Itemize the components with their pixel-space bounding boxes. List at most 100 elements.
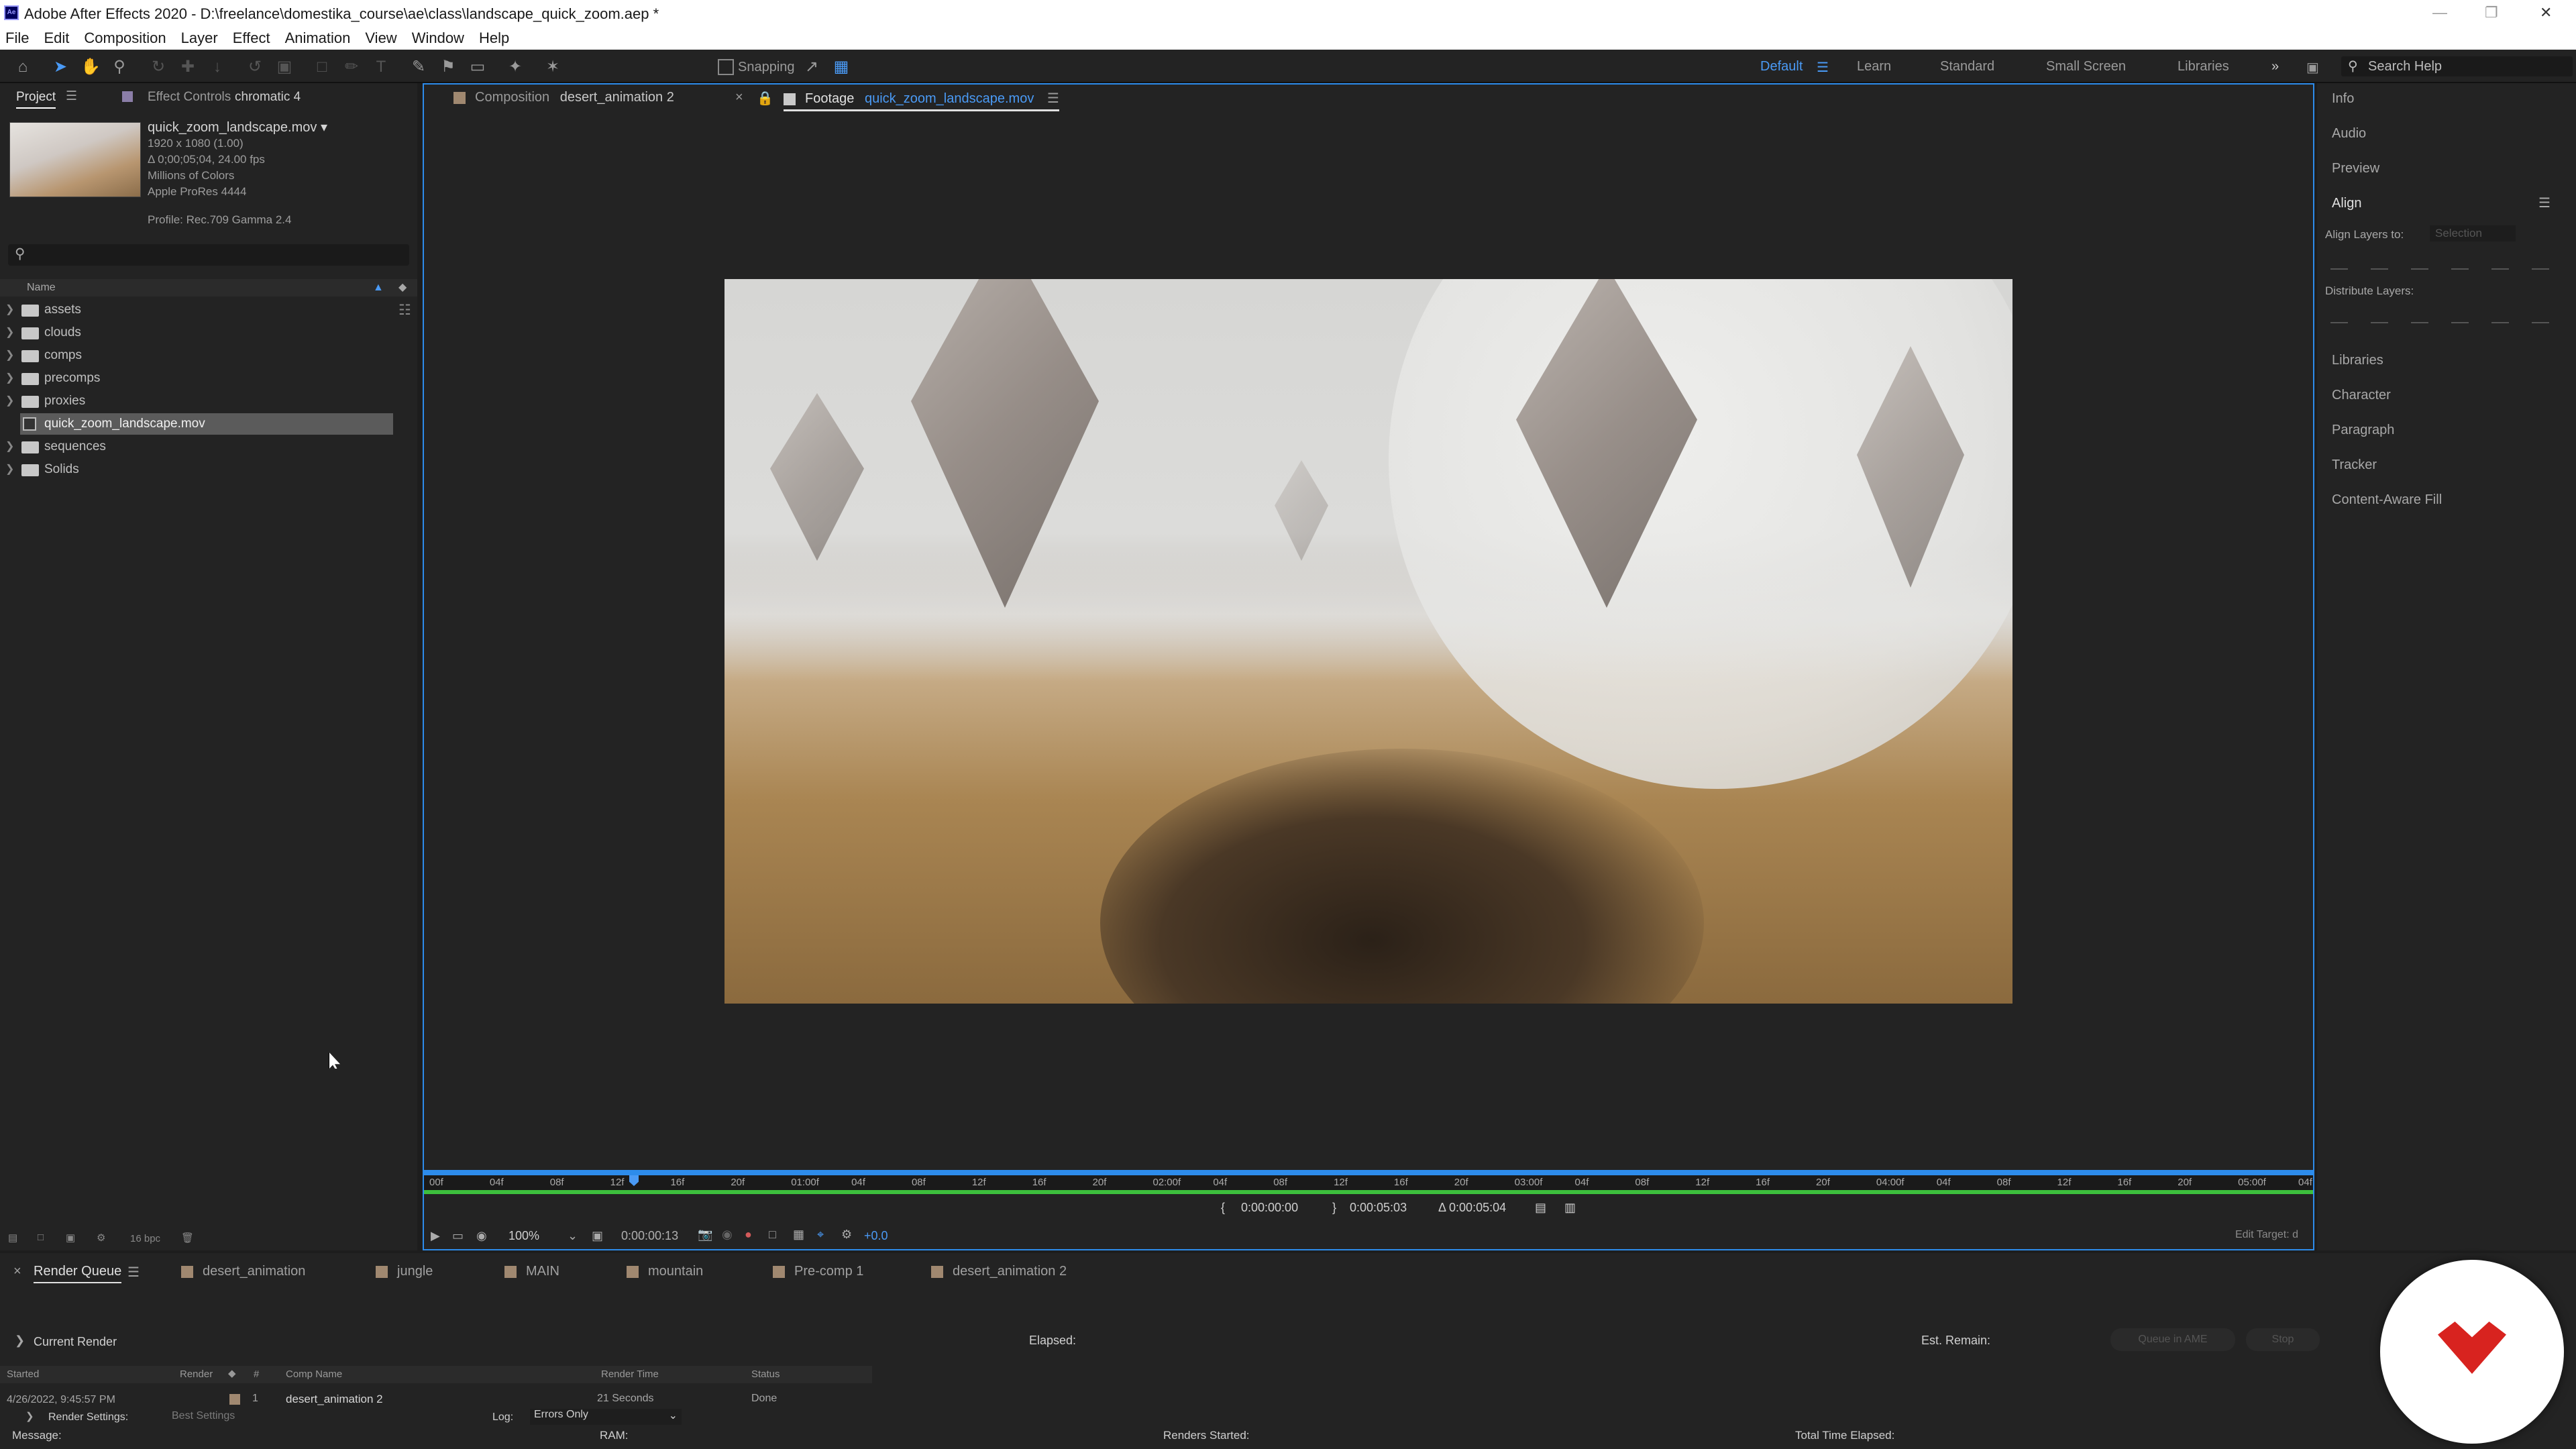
render-item-comp-name[interactable]: desert_animation 2 (286, 1393, 383, 1406)
expand-chevron-icon[interactable]: ❯ (25, 1410, 34, 1422)
adjust-settings-icon[interactable]: ⚙ (97, 1232, 105, 1244)
log-select[interactable]: Errors Only ⌄ (530, 1409, 682, 1425)
current-time-indicator[interactable] (629, 1175, 639, 1186)
fit-icon[interactable]: ▣ (592, 1229, 603, 1243)
selection-tool-icon[interactable]: ➤ (51, 58, 70, 76)
distribute-vcenter-icon[interactable] (2371, 310, 2388, 323)
project-item-proxies[interactable]: ❯ proxies (0, 390, 402, 412)
queue-in-ame-button[interactable]: Queue in AME (2110, 1328, 2235, 1351)
sort-arrow-icon[interactable]: ▲ (373, 279, 384, 297)
distribute-top-icon[interactable] (2330, 310, 2348, 323)
project-item-assets[interactable]: ❯ assets (0, 299, 402, 321)
menu-window[interactable]: Window (412, 30, 464, 47)
col-comp-name[interactable]: Comp Name (286, 1368, 342, 1380)
panel-paragraph[interactable]: Paragraph (2332, 423, 2394, 438)
tab-composition[interactable]: Composition desert_animation 2 (453, 90, 674, 105)
align-hcenter-icon[interactable] (2371, 256, 2388, 270)
panel-content-aware-fill[interactable]: Content-Aware Fill (2332, 492, 2442, 508)
bit-depth-button[interactable]: 16 bpc (130, 1233, 160, 1244)
orbit-tool-icon[interactable]: ↻ (149, 58, 168, 76)
col-render-time[interactable]: Render Time (601, 1368, 659, 1380)
expand-chevron-icon[interactable]: ❯ (5, 390, 14, 412)
in-point-icon[interactable]: { (1221, 1201, 1225, 1215)
render-settings-value[interactable]: Best Settings (172, 1410, 235, 1422)
expand-chevron-icon[interactable]: ❯ (5, 459, 14, 480)
project-item-solids[interactable]: ❯ Solids (0, 459, 402, 480)
expand-chevron-icon[interactable]: ❯ (5, 299, 14, 321)
rotation-tool-icon[interactable]: ↺ (246, 58, 264, 76)
expand-chevron-icon[interactable]: ❯ (5, 368, 14, 389)
panel-align[interactable]: Align (2332, 196, 2361, 211)
magnification-select[interactable]: 100% (508, 1229, 539, 1243)
anchor-tool-icon[interactable]: ▣ (275, 58, 294, 76)
menu-layer[interactable]: Layer (181, 30, 218, 47)
new-comp-icon[interactable]: ▣ (66, 1232, 75, 1244)
project-item-sequences[interactable]: ❯ sequences (0, 436, 402, 458)
interpret-footage-icon[interactable]: ▤ (8, 1232, 17, 1244)
tab-render-queue[interactable]: Render Queue (34, 1264, 122, 1283)
new-folder-icon[interactable]: □ (38, 1232, 44, 1243)
tab-timeline-precomp1[interactable]: Pre-comp 1 (773, 1264, 863, 1279)
panel-character[interactable]: Character (2332, 388, 2391, 403)
menu-effect[interactable]: Effect (233, 30, 270, 47)
panel-menu-icon[interactable]: ☰ (66, 89, 77, 104)
always-preview-icon[interactable]: ▶ (431, 1229, 440, 1243)
workspace-menu-icon[interactable]: ☰ (1817, 59, 1829, 76)
project-item-clouds[interactable]: ❯ clouds (0, 322, 402, 343)
trim-comp-icon[interactable]: ▤ (1535, 1201, 1546, 1215)
brush-tool-icon[interactable]: ✎ (409, 58, 428, 76)
mask-visibility-icon[interactable]: ◉ (476, 1229, 487, 1243)
pan-tool-icon[interactable]: ✚ (178, 58, 197, 76)
panel-info[interactable]: Info (2332, 91, 2354, 107)
expand-chevron-icon[interactable]: ❯ (15, 1334, 25, 1348)
current-time-display[interactable]: 0:00:00:13 (621, 1229, 678, 1243)
menu-file[interactable]: File (5, 30, 29, 47)
exposure-reset-icon[interactable]: ⚙ (841, 1228, 852, 1242)
workspace-small-screen[interactable]: Small Screen (2046, 59, 2126, 74)
dolly-tool-icon[interactable]: ↓ (208, 58, 227, 76)
tab-timeline-desert-animation-2[interactable]: desert_animation 2 (931, 1264, 1067, 1279)
panel-preview[interactable]: Preview (2332, 161, 2379, 176)
panel-menu-icon[interactable]: ☰ (127, 1264, 140, 1281)
hand-tool-icon[interactable]: ✋ (80, 58, 101, 76)
project-search-input[interactable]: ⚲ (8, 244, 409, 266)
align-vcenter-icon[interactable] (2491, 256, 2509, 270)
pen-tool-icon[interactable]: ✏ (342, 58, 361, 76)
distribute-hcenter-icon[interactable] (2491, 310, 2509, 323)
distribute-bottom-icon[interactable] (2411, 310, 2428, 323)
tab-project[interactable]: Project (16, 90, 56, 109)
align-right-icon[interactable] (2411, 256, 2428, 270)
tab-timeline-mountain[interactable]: mountain (627, 1264, 703, 1279)
tab-effect-controls[interactable]: Effect Controls (148, 90, 231, 105)
workspace-libraries[interactable]: Libraries (2178, 59, 2229, 74)
tab-close-icon[interactable]: × (735, 90, 743, 105)
minimize-icon[interactable]: — (2432, 4, 2447, 21)
tab-timeline-jungle[interactable]: jungle (376, 1264, 433, 1279)
expand-chevron-icon[interactable]: ❯ (5, 345, 14, 366)
trash-icon[interactable]: 🗑 (181, 1232, 194, 1244)
menu-edit[interactable]: Edit (44, 30, 69, 47)
align-top-icon[interactable] (2451, 256, 2469, 270)
restore-icon[interactable]: ❐ (2485, 4, 2498, 21)
clone-stamp-tool-icon[interactable]: ⚑ (439, 58, 458, 76)
zoom-tool-icon[interactable]: ⚲ (110, 58, 129, 76)
region-of-interest-icon[interactable]: □ (769, 1228, 776, 1242)
align-left-icon[interactable] (2330, 256, 2348, 270)
align-target-select[interactable]: Selection (2430, 225, 2516, 241)
more-workspaces-icon[interactable]: » (2271, 59, 2279, 74)
monitor-icon[interactable]: ▭ (452, 1229, 464, 1243)
puppet-tool-icon[interactable]: ✶ (543, 58, 562, 76)
transparency-grid-icon[interactable]: ▦ (793, 1228, 804, 1242)
distribute-right-icon[interactable] (2532, 310, 2549, 323)
panel-libraries[interactable]: Libraries (2332, 353, 2383, 368)
col-render[interactable]: Render (180, 1368, 213, 1380)
type-tool-icon[interactable]: T (372, 58, 390, 76)
panel-menu-icon[interactable]: ☰ (2538, 195, 2551, 211)
tab-close-icon[interactable]: × (13, 1264, 21, 1279)
menu-help[interactable]: Help (479, 30, 509, 47)
time-ruler[interactable]: 00f 04f 08f 12f 16f 20f 01:00f 04f 08f 12f 16f 20f 0… (424, 1170, 2313, 1194)
ripple-insert-icon[interactable]: ▥ (1564, 1201, 1576, 1215)
tab-timeline-desert-animation[interactable]: desert_animation (181, 1264, 305, 1279)
col-started[interactable]: Started (7, 1368, 39, 1380)
eraser-tool-icon[interactable]: ▭ (468, 58, 487, 76)
